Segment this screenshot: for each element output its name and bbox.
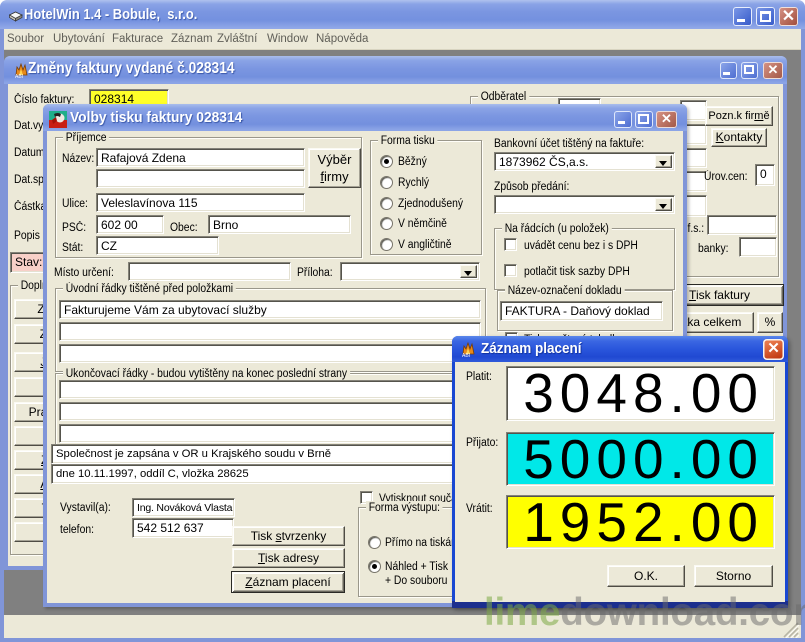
svg-text:ABI: ABI <box>462 353 470 358</box>
svg-text:ABI: ABI <box>15 74 23 79</box>
